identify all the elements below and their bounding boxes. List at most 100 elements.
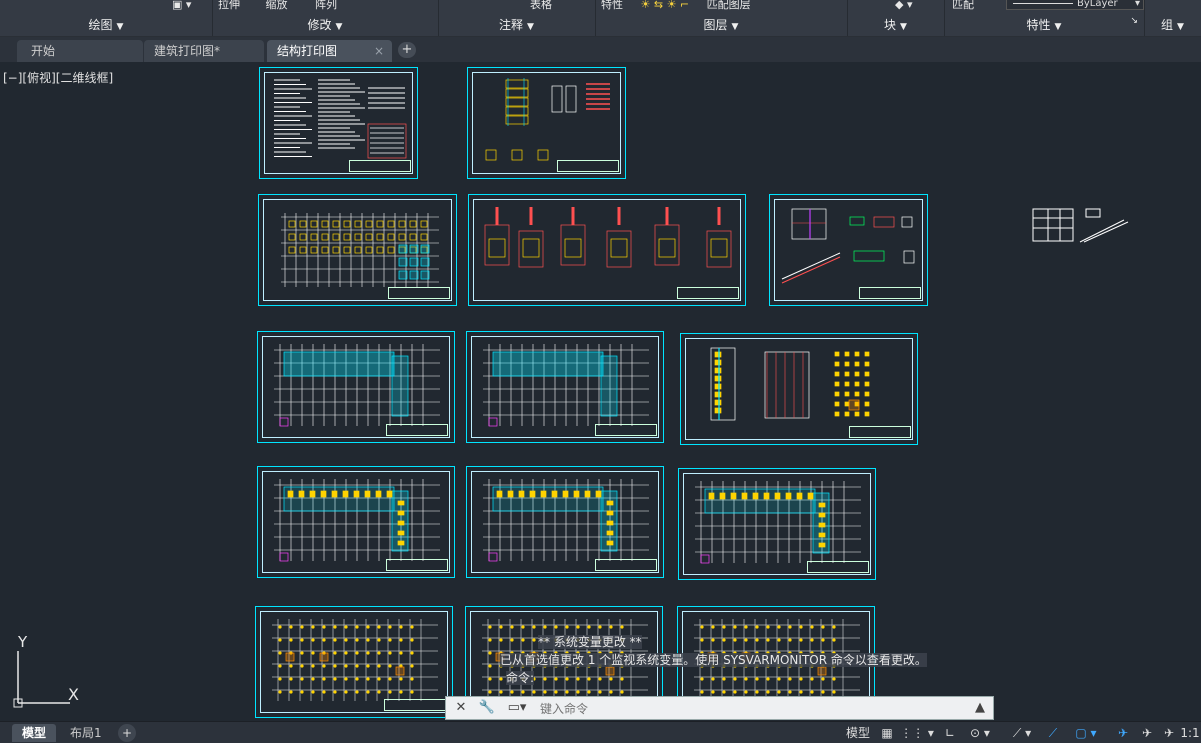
tab-architecture-print[interactable]: 建筑打印图* (144, 40, 264, 62)
ribbon: ▣ ▾ 绘图 ▼ 拉伸 缩放 阵列 修改 ▼ 表格 注释 ▼ 特性 ☀ ⇆ ☀ ⌐ 匹… (0, 0, 1201, 37)
ribbon-group-layers[interactable]: 特性 ☀ ⇆ ☀ ⌐ 匹配图层 图层 ▼ (595, 0, 848, 36)
block-insert-icon[interactable]: ◆ ▾ (895, 0, 912, 11)
sheet-content (274, 79, 407, 159)
annotation-scale-icon[interactable]: ✈ (1136, 724, 1158, 742)
command-line[interactable]: ✕ 🔧 ▭▾ ▲ (445, 696, 994, 720)
tab-structure-label: 结构打印图 (277, 44, 338, 58)
table-tool[interactable]: 表格 (530, 0, 552, 11)
customize-wrench-icon[interactable]: 🔧 (478, 699, 496, 717)
group-label: 组 (1161, 18, 1174, 32)
layout-tab-layout1[interactable]: 布局1 (60, 724, 112, 742)
chevron-down-icon: ▼ (527, 22, 534, 32)
match-properties-tool[interactable]: 匹配 (952, 0, 974, 11)
chevron-down-icon: ▼ (1177, 22, 1184, 32)
ucs-x-label: X (68, 685, 79, 704)
drawing-sheet[interactable] (466, 466, 664, 578)
chevron-down-icon: ▼ (116, 22, 124, 32)
layout-tab-model[interactable]: 模型 (12, 724, 57, 742)
model-space-button[interactable]: 模型 (843, 724, 873, 742)
new-tab-button[interactable]: + (398, 42, 416, 58)
object-snap-icon[interactable]: ▢ ▾ (1066, 724, 1106, 742)
sheet-content (781, 208, 915, 284)
close-icon[interactable]: × (374, 40, 384, 62)
close-icon[interactable]: ✕ (452, 699, 470, 717)
viewport-controls-label[interactable]: [−][俯视][二维线框] (3, 69, 113, 86)
stair-detail-drawing (1032, 208, 1129, 243)
chevron-down-icon: ▼ (900, 22, 907, 32)
layers-panel-title[interactable]: 图层 ▼ (595, 16, 847, 33)
match-layer-tool[interactable]: 匹配图层 (707, 0, 751, 11)
layer-properties-tool[interactable]: 特性 (601, 0, 623, 11)
ribbon-group-modify[interactable]: 拉伸 缩放 阵列 修改 ▼ (212, 0, 439, 36)
block-panel-title[interactable]: 块 ▼ (847, 16, 944, 33)
drawing-sheet[interactable] (680, 333, 918, 445)
layers-label: 图层 (703, 18, 728, 32)
ribbon-group-block[interactable]: ◆ ▾ 块 ▼ (847, 0, 945, 36)
sheet-content (695, 481, 861, 564)
block-label: 块 (884, 18, 897, 32)
tab-start-label: 开始 (31, 44, 56, 58)
tab-structure-print[interactable]: 结构打印图 × (267, 40, 392, 62)
drawing-sheet[interactable] (678, 468, 876, 580)
command-history-line: 已从首选值更改 1 个监视系统变量。使用 SYSVARMONITOR 命令以查看… (500, 653, 927, 667)
drawing-sheet[interactable] (466, 331, 664, 443)
ribbon-group-annotate[interactable]: 表格 注释 ▼ (438, 0, 596, 36)
dialog-launcher-icon[interactable]: ↘ (1130, 16, 1138, 26)
file-tab-bar: 开始 建筑打印图* 结构打印图 × (0, 37, 1201, 62)
stretch-tool[interactable]: 拉伸 (218, 0, 240, 11)
status-bar: 模型 布局1 + 模型 ▦ ⋮⋮ ▾ ∟ ⊙ ▾ ⟋ ▾ ⟋ ▢ ▾ ✈ ✈ ✈… (0, 721, 1201, 743)
annotation-visibility-icon[interactable]: ✈ (1158, 724, 1180, 742)
object-snap-tracking-icon[interactable]: ⟋ (1042, 724, 1064, 742)
grid-icon[interactable]: ▦ (877, 724, 897, 742)
annotate-label: 注释 (499, 18, 524, 32)
command-prompt-icon[interactable]: ▭▾ (502, 699, 532, 717)
command-input[interactable] (538, 700, 962, 718)
properties-label: 特性 (1026, 18, 1051, 32)
isodraft-icon[interactable]: ⟋ ▾ (1004, 724, 1040, 742)
properties-panel-title[interactable]: 特性 ▼ ↘ (944, 16, 1144, 33)
command-history-line: ** 系统变量更改 ** (538, 635, 642, 649)
drawing-sheet[interactable] (769, 194, 928, 306)
ribbon-group-draw[interactable]: ▣ ▾ 绘图 ▼ (0, 0, 213, 36)
snap-icon[interactable]: ⋮⋮ ▾ (900, 724, 934, 742)
layer-state-icons[interactable]: ☀ ⇆ ☀ ⌐ (641, 0, 690, 11)
annotate-panel-title[interactable]: 注释 ▼ (438, 16, 595, 33)
sheet-content (274, 479, 440, 562)
drawing-sheet[interactable] (258, 194, 457, 306)
draw-label: 绘图 (88, 18, 113, 32)
scale-tool[interactable]: 缩放 (266, 0, 288, 11)
chevron-down-icon: ▾ (1134, 0, 1140, 9)
annotation-monitor-icon[interactable]: ✈ (1112, 724, 1134, 742)
scale-readout[interactable]: 1:1 (1180, 724, 1200, 742)
chevron-down-icon: ▼ (335, 22, 343, 32)
bylayer-value: ByLayer (1077, 0, 1118, 9)
draw-tools: ▣ ▾ (172, 0, 192, 11)
add-layout-button[interactable]: + (118, 724, 136, 742)
chevron-down-icon: ▼ (731, 22, 739, 32)
modify-tools: 拉伸 缩放 阵列 (212, 0, 438, 12)
array-tool[interactable]: 阵列 (315, 0, 337, 11)
sheet-content (272, 619, 438, 701)
draw-panel-title[interactable]: 绘图 ▼ (0, 16, 212, 33)
lineweight-dropdown[interactable]: ByLayer ▾ (1006, 0, 1144, 10)
sheet-content (483, 344, 649, 427)
tab-start[interactable]: 开始 (17, 40, 143, 62)
ucs-y-label: Y (18, 633, 28, 651)
sheet-content (274, 344, 440, 427)
sheet-content (710, 347, 870, 421)
drawing-sheet[interactable] (467, 67, 626, 179)
drawing-canvas[interactable]: [−][俯视][二维线框] Y X ** 系统变量更改 ** 已从首选值更改 1… (0, 63, 1201, 721)
modify-panel-title[interactable]: 修改 ▼ (212, 16, 438, 33)
drawing-sheet[interactable] (257, 331, 455, 443)
drawing-sheet[interactable] (468, 194, 746, 306)
drawing-sheet[interactable] (259, 67, 418, 179)
ortho-icon[interactable]: ∟ (940, 724, 960, 742)
polar-icon[interactable]: ⊙ ▾ (962, 724, 998, 742)
drawing-sheet[interactable] (257, 466, 455, 578)
ribbon-group-group[interactable]: 组 ▼ (1144, 0, 1201, 36)
annotate-tools: 表格 (438, 0, 595, 12)
drawing-sheet[interactable] (255, 606, 453, 718)
chevron-up-icon[interactable]: ▲ (971, 699, 989, 717)
group-panel-title[interactable]: 组 ▼ (1144, 16, 1201, 33)
layer-tools: 特性 ☀ ⇆ ☀ ⌐ 匹配图层 (595, 0, 847, 12)
